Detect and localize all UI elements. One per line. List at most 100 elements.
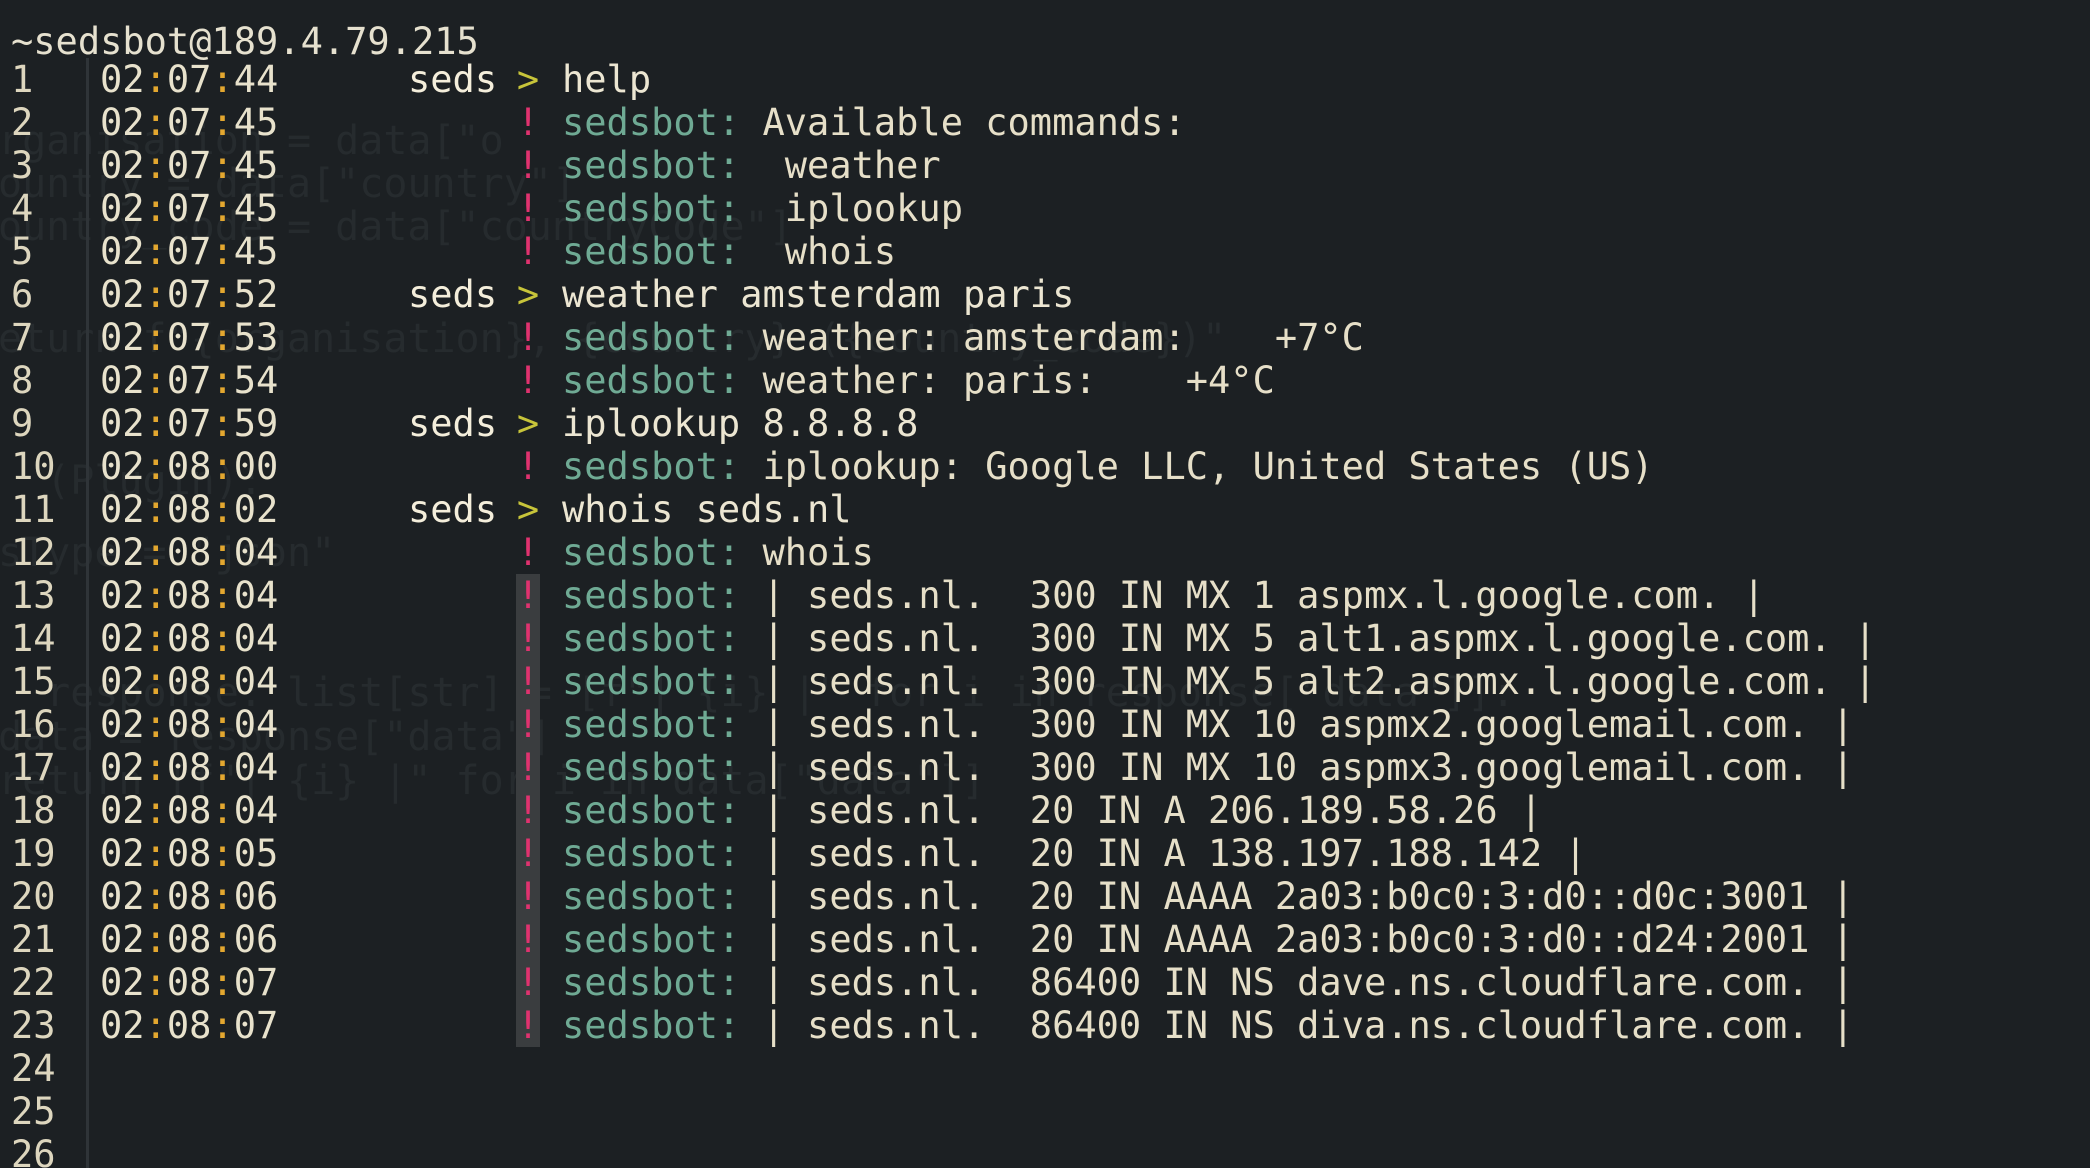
- line-number: 17: [11, 746, 56, 789]
- timestamp-separator: :: [211, 316, 234, 359]
- timestamp-hours: 02: [100, 1004, 145, 1047]
- timestamp-seconds: 02: [233, 488, 279, 531]
- bot-nick: sedsbot:: [562, 445, 741, 488]
- timestamp-seconds: 53: [233, 316, 279, 359]
- timestamp-hours: 02: [100, 703, 145, 746]
- bot-nick: sedsbot:: [562, 531, 741, 574]
- user-nick: seds: [408, 273, 498, 316]
- bot-message-text: | seds.nl. 300 IN MX 1 aspmx.l.google.co…: [740, 574, 1765, 617]
- timestamp-hours: 02: [100, 574, 145, 617]
- timestamp: 02:08:02: [100, 488, 278, 531]
- bot-message-text: weather: [740, 144, 941, 187]
- timestamp-hours: 02: [100, 617, 145, 660]
- timestamp-hours: 02: [100, 58, 145, 101]
- bot-alert-icon: !: [516, 832, 540, 875]
- timestamp-hours: 02: [100, 144, 145, 187]
- timestamp-separator: :: [211, 144, 234, 187]
- timestamp: 02:08:04: [100, 574, 278, 617]
- bot-alert-icon: !: [516, 101, 540, 144]
- timestamp: 02:08:04: [100, 746, 278, 789]
- timestamp-hours: 02: [100, 789, 145, 832]
- timestamp: 02:08:05: [100, 832, 278, 875]
- timestamp-minutes: 07: [166, 58, 212, 101]
- message-body: sedsbot: | seds.nl. 300 IN MX 10 aspmx2.…: [562, 703, 1854, 746]
- line-number: 20: [11, 875, 56, 918]
- timestamp-hours: 02: [100, 660, 145, 703]
- line-number: 21: [11, 918, 56, 961]
- bot-alert-icon: !: [516, 316, 540, 359]
- session-title: ~sedsbot@189.4.79.215: [11, 20, 479, 63]
- timestamp-hours: 02: [100, 445, 145, 488]
- timestamp-separator: :: [211, 875, 234, 918]
- timestamp-minutes: 08: [166, 660, 212, 703]
- line-number: 13: [11, 574, 56, 617]
- bot-nick: sedsbot:: [562, 660, 741, 703]
- timestamp-seconds: 06: [233, 918, 279, 961]
- timestamp: 02:07:45: [100, 230, 278, 273]
- timestamp-seconds: 52: [233, 273, 279, 316]
- bot-alert-icon: !: [516, 746, 540, 789]
- line-number: 7: [11, 316, 34, 359]
- bot-message-line: 21 02:08:06! sedsbot: | seds.nl. 20 IN AAA…: [0, 918, 2090, 961]
- bot-alert-icon: !: [516, 875, 540, 918]
- bot-nick: sedsbot:: [562, 359, 741, 402]
- timestamp: 02:07:59: [100, 402, 278, 445]
- bot-message-line: 3 02:07:45! sedsbot: weather: [0, 144, 2090, 187]
- timestamp-separator: :: [144, 918, 167, 961]
- bot-alert-icon: !: [516, 359, 540, 402]
- bot-message-text: iplookup: Google LLC, United States (US): [740, 445, 1654, 488]
- bot-message-line: 14 02:08:04! sedsbot: | seds.nl. 300 IN MX…: [0, 617, 2090, 660]
- timestamp-hours: 02: [100, 316, 145, 359]
- timestamp-minutes: 08: [166, 832, 212, 875]
- timestamp-separator: :: [144, 187, 167, 230]
- line-number: 4: [11, 187, 34, 230]
- bot-message-line: 8 02:07:54! sedsbot: weather: paris: +4°C: [0, 359, 2090, 402]
- bot-message-line: 2 02:07:45! sedsbot: Available commands:: [0, 101, 2090, 144]
- timestamp-separator: :: [211, 488, 234, 531]
- message-body: help: [562, 58, 651, 101]
- message-body: iplookup 8.8.8.8: [562, 402, 918, 445]
- command-text: help: [562, 58, 652, 101]
- prompt-arrow-icon: >: [516, 488, 540, 531]
- timestamp-separator: :: [211, 359, 234, 402]
- timestamp-hours: 02: [100, 875, 145, 918]
- timestamp-minutes: 07: [166, 273, 212, 316]
- timestamp-hours: 02: [100, 746, 145, 789]
- bot-message-text: | seds.nl. 20 IN A 206.189.58.26 |: [740, 789, 1543, 832]
- timestamp: 02:08:06: [100, 875, 278, 918]
- line-number: 16: [11, 703, 56, 746]
- bot-nick: sedsbot:: [562, 1004, 741, 1047]
- timestamp-minutes: 08: [166, 875, 212, 918]
- timestamp-hours: 02: [100, 488, 145, 531]
- line-number: 5: [11, 230, 34, 273]
- timestamp-minutes: 08: [166, 488, 212, 531]
- timestamp-minutes: 08: [166, 617, 212, 660]
- timestamp-separator: :: [211, 660, 234, 703]
- timestamp-seconds: 04: [233, 660, 279, 703]
- message-body: sedsbot: | seds.nl. 20 IN AAAA 2a03:b0c0…: [562, 875, 1854, 918]
- bot-alert-icon: !: [516, 187, 540, 230]
- bot-message-text: weather: paris: +4°C: [740, 359, 1275, 402]
- timestamp-minutes: 07: [166, 144, 212, 187]
- message-body: sedsbot: weather: paris: +4°C: [562, 359, 1275, 402]
- timestamp-seconds: 45: [233, 230, 279, 273]
- message-body: sedsbot: whois: [562, 230, 896, 273]
- bot-message-text: | seds.nl. 300 IN MX 10 aspmx2.googlemai…: [740, 703, 1855, 746]
- message-body: sedsbot: | seds.nl. 86400 IN NS diva.ns.…: [562, 1004, 1854, 1047]
- bot-message-line: 5 02:07:45! sedsbot: whois: [0, 230, 2090, 273]
- bot-message-line: 20 02:08:06! sedsbot: | seds.nl. 20 IN AAA…: [0, 875, 2090, 918]
- terminal-window[interactable]: rganisation = data["o ountry = data["cou…: [0, 0, 2090, 1168]
- bot-message-text: weather: amsterdam: +7°C: [740, 316, 1364, 359]
- timestamp: 02:07:45: [100, 101, 278, 144]
- timestamp-minutes: 08: [166, 445, 212, 488]
- command-text: iplookup 8.8.8.8: [562, 402, 919, 445]
- timestamp-minutes: 08: [166, 574, 212, 617]
- bot-alert-icon: !: [516, 1004, 540, 1047]
- line-number: 26: [11, 1133, 56, 1168]
- bot-message-line: 15 02:08:04! sedsbot: | seds.nl. 300 IN MX…: [0, 660, 2090, 703]
- timestamp-separator: :: [211, 230, 234, 273]
- timestamp-minutes: 08: [166, 1004, 212, 1047]
- timestamp-seconds: 59: [233, 402, 279, 445]
- user-command-line: 6 02:07:52 seds > weather amsterdam paris: [0, 273, 2090, 316]
- timestamp-separator: :: [211, 445, 234, 488]
